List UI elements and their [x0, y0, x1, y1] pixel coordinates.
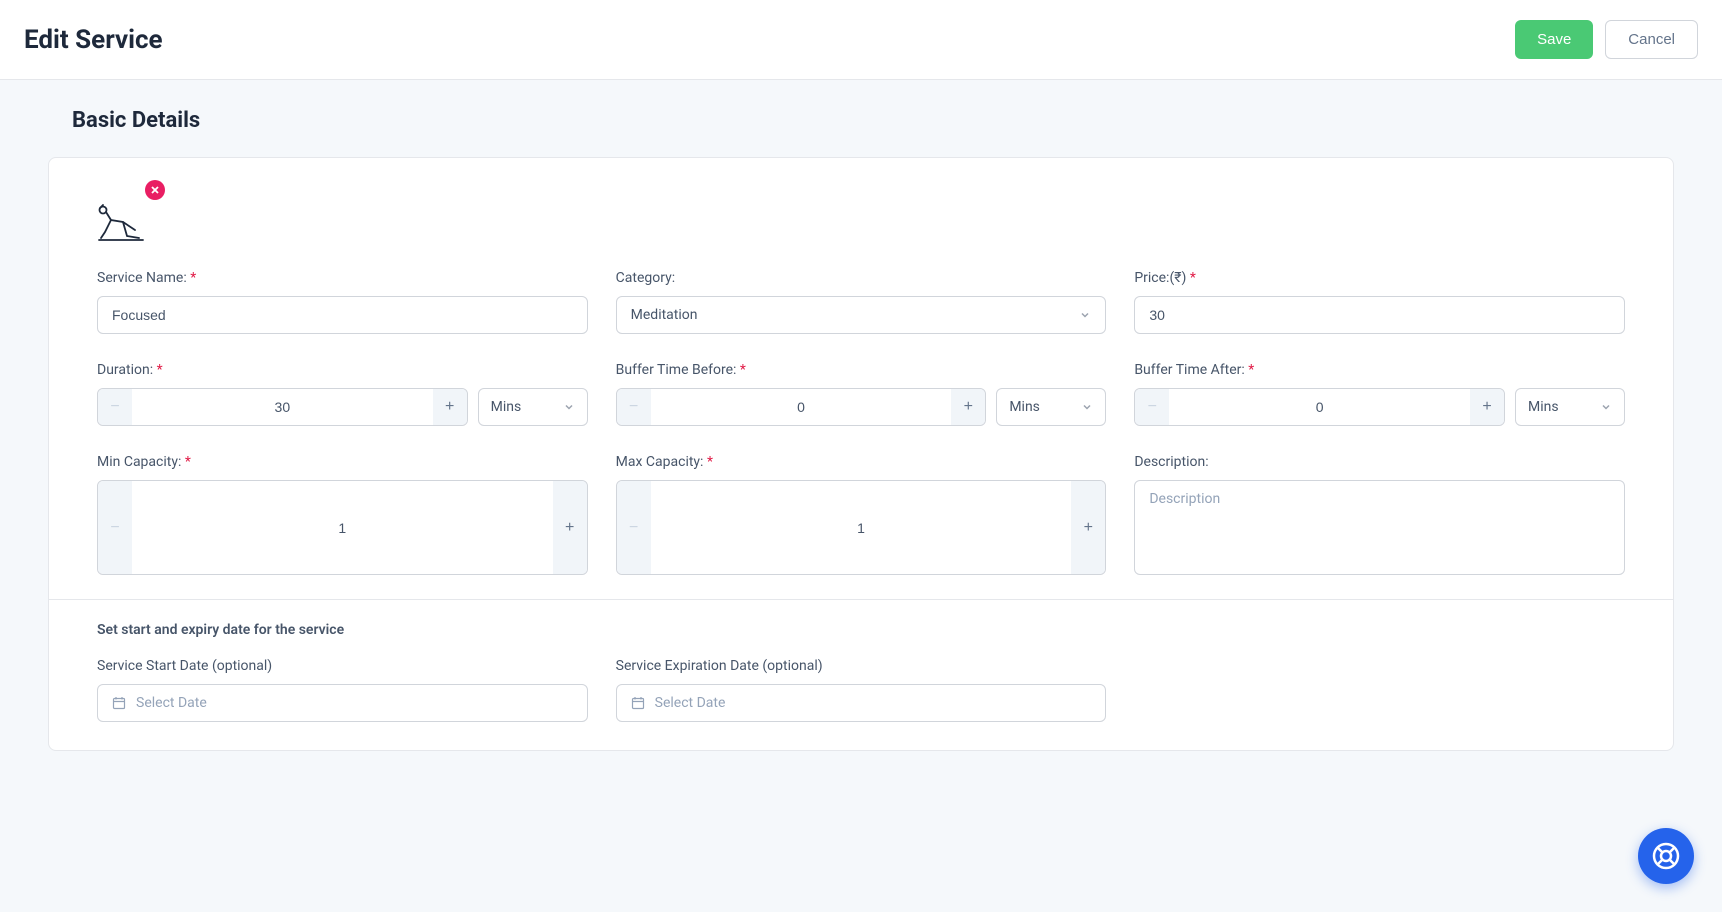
date-section: Set start and expiry date for the servic… — [49, 600, 1673, 750]
description-label: Description: — [1134, 454, 1625, 470]
date-grid: Service Start Date (optional) Select Dat… — [97, 658, 1625, 722]
description-input[interactable] — [1134, 480, 1625, 575]
help-button[interactable] — [1638, 828, 1694, 884]
start-date-field: Service Start Date (optional) Select Dat… — [97, 658, 588, 722]
min-capacity-field: Min Capacity: * − + — [97, 454, 588, 575]
max-capacity-increment[interactable]: + — [1071, 481, 1105, 574]
basic-details-card: Service Name: * Category: Meditation Pri… — [48, 157, 1674, 751]
service-image-upload[interactable] — [97, 186, 153, 242]
section-title: Basic Details — [48, 108, 1674, 133]
price-label: Price:(₹) * — [1134, 270, 1625, 286]
category-label: Category: — [616, 270, 1107, 286]
page-header: Edit Service Save Cancel — [0, 0, 1722, 80]
buffer-before-input[interactable] — [651, 389, 952, 425]
expiration-date-input[interactable]: Select Date — [616, 684, 1107, 722]
description-field: Description: — [1134, 454, 1625, 575]
start-date-label: Service Start Date (optional) — [97, 658, 588, 674]
chevron-down-icon — [1079, 309, 1091, 321]
max-capacity-field: Max Capacity: * − + — [616, 454, 1107, 575]
max-capacity-label: Max Capacity: * — [616, 454, 1107, 470]
yoga-stretch-icon — [97, 202, 145, 242]
lifebuoy-icon — [1652, 842, 1680, 870]
duration-decrement[interactable]: − — [98, 389, 132, 425]
buffer-after-label: Buffer Time After: * — [1134, 362, 1625, 378]
buffer-after-unit-select[interactable]: Mins — [1515, 388, 1625, 426]
page-title: Edit Service — [24, 25, 163, 55]
card-main-fields: Service Name: * Category: Meditation Pri… — [49, 158, 1673, 599]
min-capacity-decrement[interactable]: − — [98, 481, 132, 574]
buffer-after-increment[interactable]: + — [1470, 389, 1504, 425]
date-section-title: Set start and expiry date for the servic… — [97, 622, 1625, 638]
max-capacity-decrement[interactable]: − — [617, 481, 651, 574]
category-select[interactable]: Meditation — [616, 296, 1107, 334]
duration-stepper: − + — [97, 388, 468, 426]
price-input[interactable] — [1134, 296, 1625, 334]
service-name-input[interactable] — [97, 296, 588, 334]
chevron-down-icon — [1081, 401, 1093, 413]
duration-unit-select[interactable]: Mins — [478, 388, 588, 426]
expiration-date-field: Service Expiration Date (optional) Selec… — [616, 658, 1107, 722]
expiration-date-label: Service Expiration Date (optional) — [616, 658, 1107, 674]
buffer-after-input[interactable] — [1169, 389, 1470, 425]
chevron-down-icon — [563, 401, 575, 413]
calendar-icon — [112, 696, 126, 710]
buffer-before-increment[interactable]: + — [951, 389, 985, 425]
min-capacity-increment[interactable]: + — [553, 481, 587, 574]
buffer-before-decrement[interactable]: − — [617, 389, 651, 425]
buffer-before-field: Buffer Time Before: * − + Mins — [616, 362, 1107, 426]
min-capacity-stepper: − + — [97, 480, 588, 575]
form-grid: Service Name: * Category: Meditation Pri… — [97, 270, 1625, 575]
calendar-icon — [631, 696, 645, 710]
category-field: Category: Meditation — [616, 270, 1107, 334]
price-field: Price:(₹) * — [1134, 270, 1625, 334]
min-capacity-input[interactable] — [132, 481, 553, 574]
header-actions: Save Cancel — [1515, 20, 1698, 59]
chevron-down-icon — [1600, 401, 1612, 413]
buffer-before-stepper: − + — [616, 388, 987, 426]
service-name-field: Service Name: * — [97, 270, 588, 334]
buffer-after-stepper: − + — [1134, 388, 1505, 426]
remove-image-button[interactable] — [145, 180, 165, 200]
duration-label: Duration: * — [97, 362, 588, 378]
buffer-before-label: Buffer Time Before: * — [616, 362, 1107, 378]
duration-field: Duration: * − + Mins — [97, 362, 588, 426]
buffer-after-decrement[interactable]: − — [1135, 389, 1169, 425]
duration-increment[interactable]: + — [433, 389, 467, 425]
cancel-button[interactable]: Cancel — [1605, 20, 1698, 59]
max-capacity-input[interactable] — [651, 481, 1072, 574]
min-capacity-label: Min Capacity: * — [97, 454, 588, 470]
start-date-input[interactable]: Select Date — [97, 684, 588, 722]
content-area: Basic Details — [0, 80, 1722, 779]
service-name-label: Service Name: * — [97, 270, 588, 286]
save-button[interactable]: Save — [1515, 20, 1593, 59]
duration-input[interactable] — [132, 389, 433, 425]
buffer-after-field: Buffer Time After: * − + Mins — [1134, 362, 1625, 426]
close-icon — [150, 185, 160, 195]
category-value: Meditation — [631, 307, 698, 323]
max-capacity-stepper: − + — [616, 480, 1107, 575]
buffer-before-unit-select[interactable]: Mins — [996, 388, 1106, 426]
